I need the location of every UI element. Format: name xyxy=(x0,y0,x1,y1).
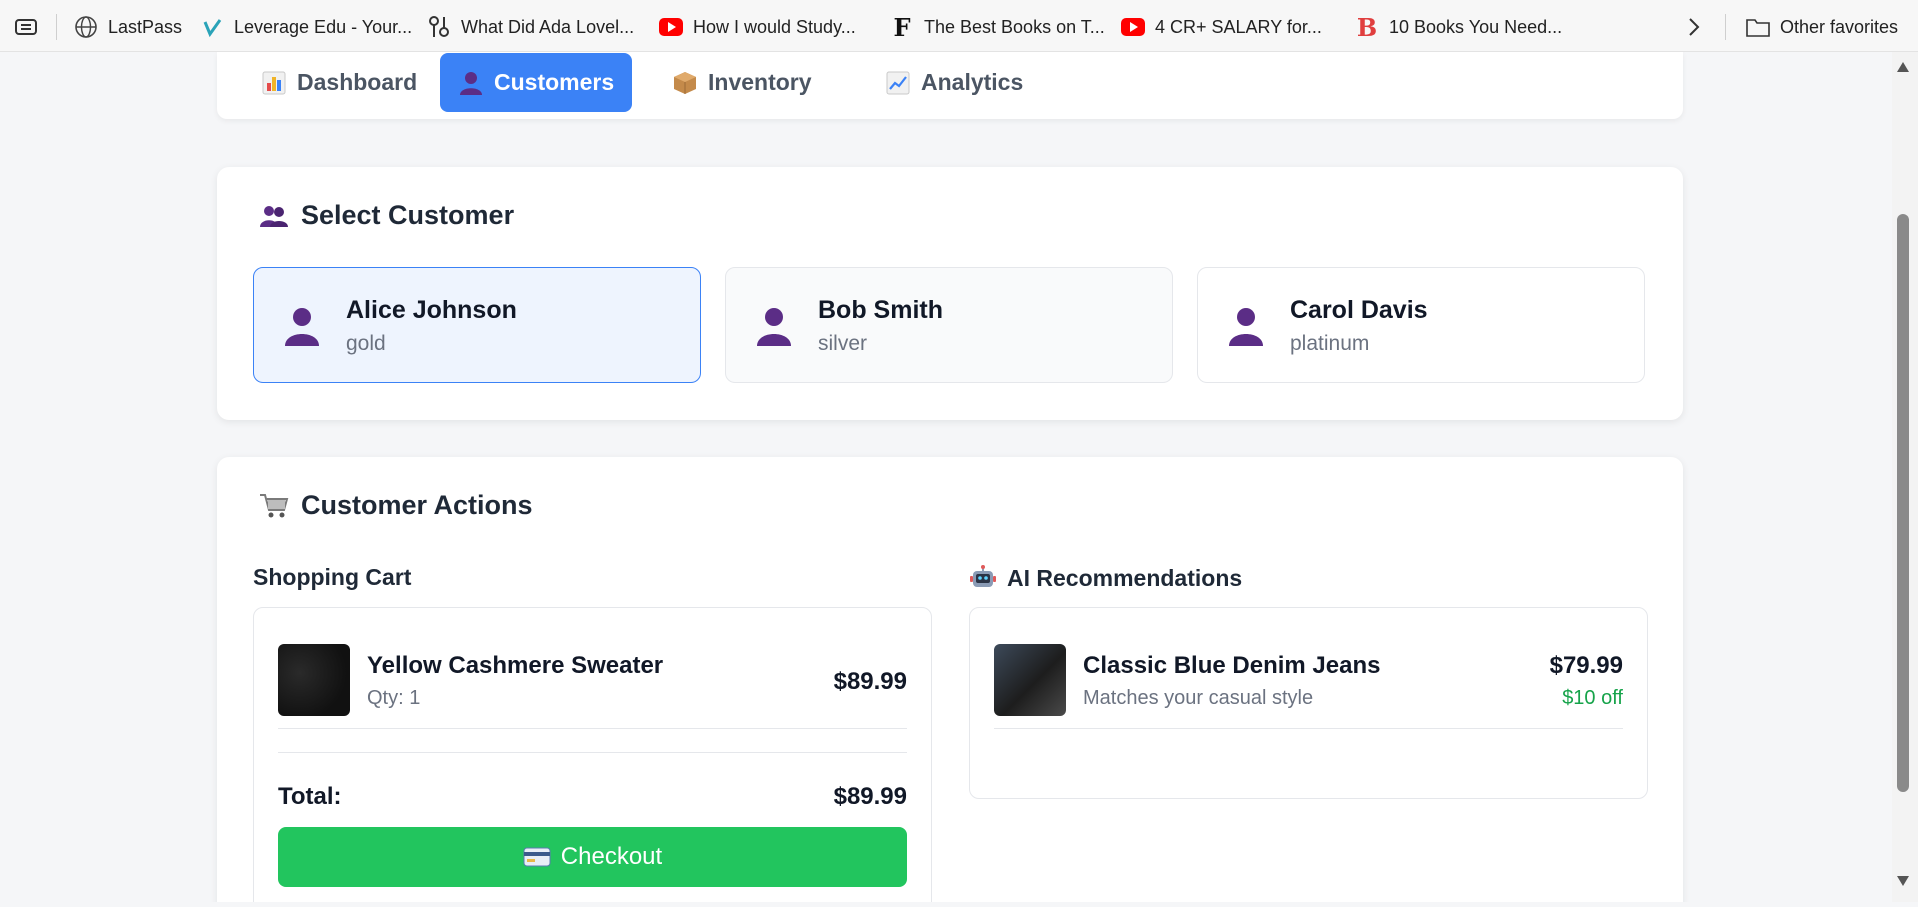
tab-label: Inventory xyxy=(708,69,812,95)
recommendation-reason: Matches your casual style xyxy=(1083,687,1314,709)
customer-card-alice[interactable]: Alice Johnson gold xyxy=(253,267,701,383)
customer-tier: platinum xyxy=(1290,332,1370,355)
cart-icon xyxy=(259,491,289,521)
b-icon: B xyxy=(1356,12,1378,42)
bar-chart-icon xyxy=(261,70,287,96)
bookmark-label: Leverage Edu - Your... xyxy=(234,16,413,37)
bookmarks-divider xyxy=(1725,14,1726,40)
customer-actions-title: Customer Actions xyxy=(259,490,533,521)
avatar-icon xyxy=(285,308,319,346)
trend-chart-icon xyxy=(885,70,911,96)
bookmark-label: LastPass xyxy=(108,16,183,37)
divider xyxy=(278,728,907,729)
robot-icon xyxy=(969,564,997,592)
checkout-button[interactable]: Checkout xyxy=(278,827,907,887)
ada-icon xyxy=(427,15,451,39)
bookmark-salary[interactable]: 4 CR+ SALARY for... xyxy=(1121,12,1322,42)
cart-item-price: $89.99 xyxy=(833,668,907,695)
tab-label: Dashboard xyxy=(297,69,418,95)
recommendation-name[interactable]: Classic Blue Denim Jeans xyxy=(1083,652,1380,680)
customer-actions-card: Customer Actions Shopping Cart Yellow Ca… xyxy=(217,457,1683,902)
main-nav: Dashboard Customers Inventory Analytics xyxy=(217,52,1683,119)
tab-label: Analytics xyxy=(921,69,1024,95)
recommendation-price: $79.99 xyxy=(1549,652,1623,679)
folder-icon xyxy=(1746,15,1770,39)
bookmark-label: 10 Books You Need... xyxy=(1389,16,1563,37)
tab-analytics[interactable]: Analytics xyxy=(867,53,1041,112)
customer-card-bob[interactable]: Bob Smith silver xyxy=(725,267,1173,383)
ai-recommendations-panel: Classic Blue Denim Jeans Matches your ca… xyxy=(969,607,1648,799)
bookmark-ada-lovelace[interactable]: What Did Ada Lovel... xyxy=(427,12,634,42)
customer-name: Alice Johnson xyxy=(346,296,517,324)
scroll-up-icon[interactable] xyxy=(1896,60,1910,72)
youtube-icon xyxy=(1121,15,1145,39)
select-customer-card: Select Customer Alice Johnson gold Bob S… xyxy=(217,167,1683,420)
people-icon xyxy=(259,201,289,231)
tab-customers[interactable]: Customers xyxy=(440,53,633,112)
bookmark-other-favorites[interactable]: Other favorites xyxy=(1746,12,1898,42)
shopping-cart-title: Shopping Cart xyxy=(253,564,411,591)
scrollbar-thumb[interactable] xyxy=(1897,214,1909,792)
page-content: Dashboard Customers Inventory Analytics … xyxy=(6,52,1892,902)
customer-name: Carol Davis xyxy=(1290,296,1428,324)
tab-label: Customers xyxy=(494,69,615,95)
customer-name: Bob Smith xyxy=(818,296,943,324)
scroll-down-icon[interactable] xyxy=(1896,874,1910,886)
bookmark-best-books[interactable]: F The Best Books on T... xyxy=(890,12,1105,42)
bookmarks-bar: LastPass Leverage Edu - Your... What Did… xyxy=(0,0,1918,52)
cart-item-qty: Qty: 1 xyxy=(367,687,421,709)
divider xyxy=(994,728,1623,729)
divider xyxy=(278,752,907,753)
subsection-title-text: Shopping Cart xyxy=(253,564,412,590)
bookmark-leverage-edu[interactable]: Leverage Edu - Your... xyxy=(200,12,412,42)
tab-dashboard[interactable]: Dashboard xyxy=(243,53,435,112)
person-icon xyxy=(458,70,484,96)
bookmark-label: How I would Study... xyxy=(693,16,856,37)
bookmark-label: Other favorites xyxy=(1780,16,1899,37)
customer-tier: gold xyxy=(346,332,386,355)
customer-tier: silver xyxy=(818,332,868,355)
recommendation-discount: $10 off xyxy=(1562,687,1623,709)
cart-item-name: Yellow Cashmere Sweater xyxy=(367,652,664,679)
f-icon: F xyxy=(893,12,911,42)
package-icon xyxy=(672,70,698,96)
ai-recommendations-title: AI Recommendations xyxy=(969,564,1242,592)
select-customer-title: Select Customer xyxy=(259,200,514,231)
avatar-icon xyxy=(757,308,791,346)
chevron-right-icon[interactable] xyxy=(1683,14,1705,40)
subsection-title-text: AI Recommendations xyxy=(1007,564,1243,591)
sidebar-toggle-icon[interactable] xyxy=(14,16,38,38)
total-label: Total: xyxy=(278,783,342,810)
avatar-icon xyxy=(1229,308,1263,346)
section-title-text: Customer Actions xyxy=(301,490,533,520)
leverage-edu-icon xyxy=(200,15,224,39)
section-title-text: Select Customer xyxy=(301,200,515,230)
checkout-label: Checkout xyxy=(560,843,663,870)
globe-icon xyxy=(74,15,98,39)
bookmark-label: What Did Ada Lovel... xyxy=(461,16,635,37)
bookmark-lastpass[interactable]: LastPass xyxy=(74,12,182,42)
bookmark-label: 4 CR+ SALARY for... xyxy=(1155,16,1322,37)
bookmark-10-books[interactable]: B 10 Books You Need... xyxy=(1355,12,1562,42)
product-thumbnail xyxy=(994,644,1066,716)
bookmark-label: The Best Books on T... xyxy=(924,16,1105,37)
bookmarks-divider xyxy=(56,14,57,40)
customer-card-carol[interactable]: Carol Davis platinum xyxy=(1197,267,1645,383)
total-value: $89.99 xyxy=(833,783,907,810)
bookmark-how-i-would-study[interactable]: How I would Study... xyxy=(659,12,856,42)
credit-card-icon xyxy=(523,846,551,868)
tab-inventory[interactable]: Inventory xyxy=(654,53,830,112)
shopping-cart-panel: Yellow Cashmere Sweater Qty: 1 $89.99 To… xyxy=(253,607,932,902)
youtube-icon xyxy=(659,15,683,39)
product-thumbnail xyxy=(278,644,350,716)
